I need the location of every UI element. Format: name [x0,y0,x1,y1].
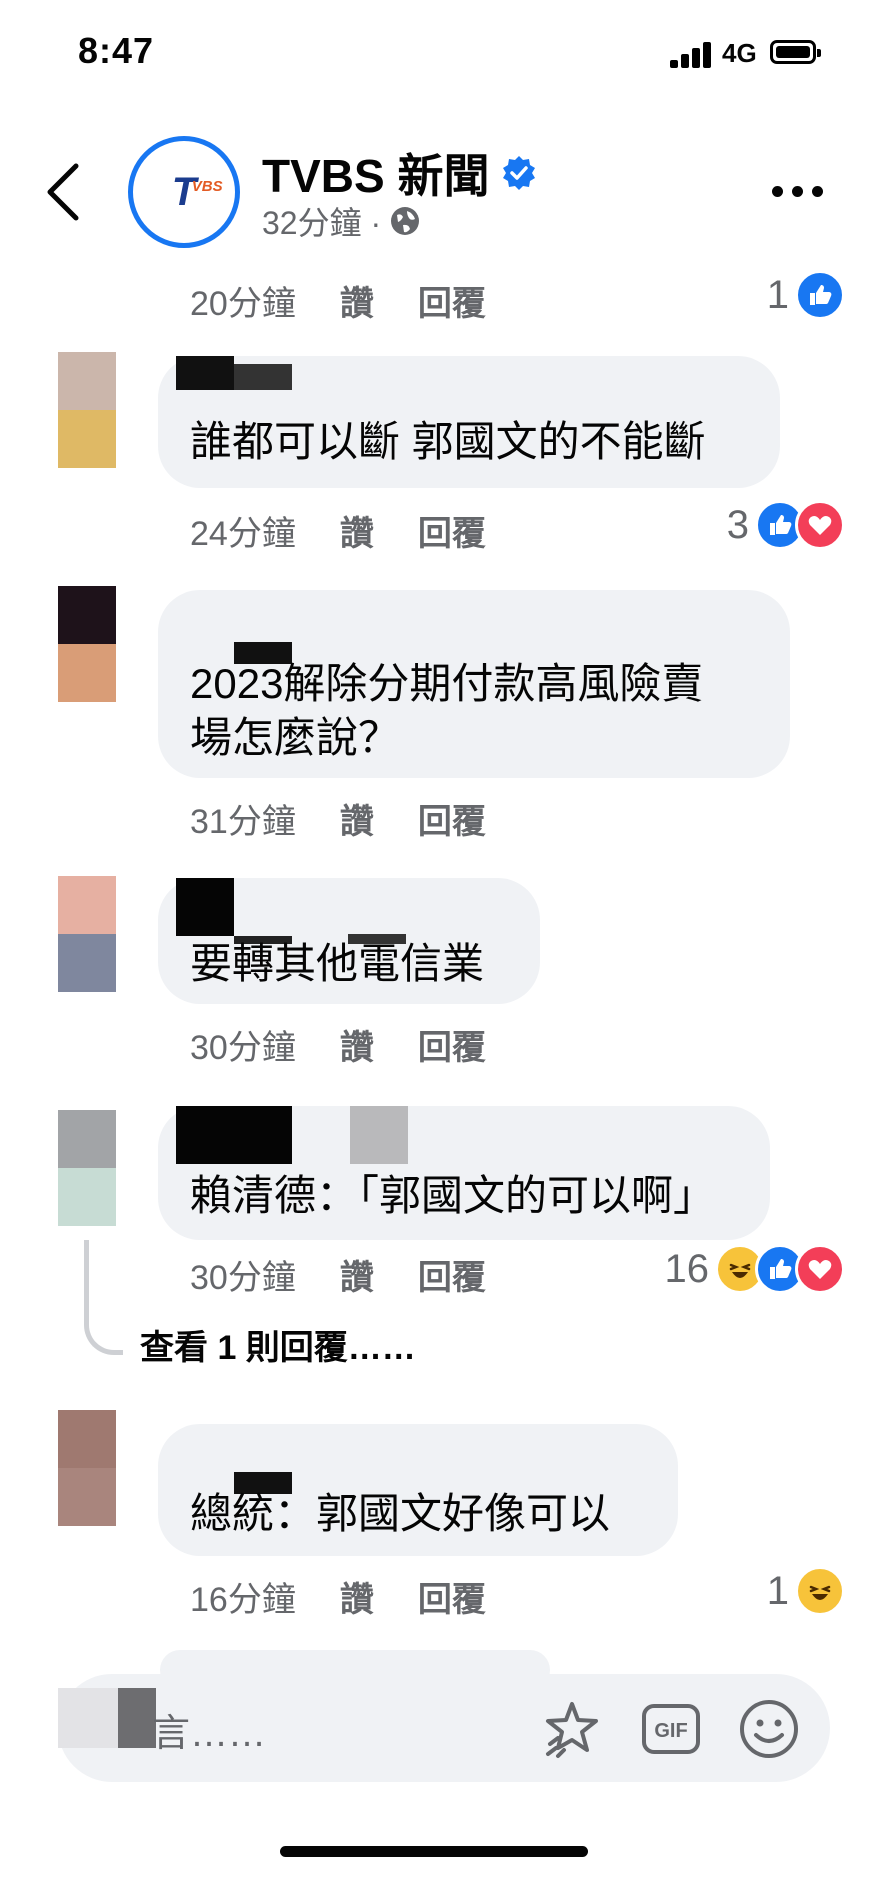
comment-actions: 20分鐘 讚 回覆 [190,276,486,325]
gif-icon[interactable]: GIF [640,1698,702,1760]
like-link[interactable]: 讚 [340,1572,374,1621]
comment-time: 24分鐘 [190,515,296,553]
composer-placeholder[interactable]: 言…… [152,1702,266,1757]
sticker-icon[interactable] [542,1698,604,1760]
reply-link[interactable]: 回覆 [418,794,486,843]
reaction-count: 1 [766,1568,789,1613]
like-reaction-icon [795,270,845,320]
reply-link[interactable]: 回覆 [418,1020,486,1069]
haha-reaction-icon [795,1566,845,1616]
love-reaction-icon [795,500,845,550]
comment-time: 31分鐘 [190,803,296,841]
verified-badge-icon [503,156,536,190]
reactions[interactable]: 1 [767,1566,845,1616]
home-indicator[interactable] [280,1846,588,1857]
comment-time: 16分鐘 [190,1581,296,1619]
reply-link[interactable]: 回覆 [418,276,486,325]
reply-link[interactable]: 回覆 [418,1572,486,1621]
commenter-avatar[interactable] [58,352,116,468]
comment-text: 賴清德：「郭國文的可以啊」 [190,1172,716,1219]
view-replies-link[interactable]: 查看 1 則回覆…… [140,1320,416,1369]
commenter-avatar[interactable] [58,1110,116,1226]
globe-icon [391,207,420,235]
comment-bubble: 賴清德：「郭國文的可以啊」 [158,1106,770,1240]
post-meta: 32分鐘 · [262,198,421,244]
reply-link[interactable]: 回覆 [418,1250,486,1299]
commenter-avatar[interactable] [58,876,116,992]
comment-time: 30分鐘 [190,1259,296,1297]
comment-time: 20分鐘 [190,285,296,323]
page-name: TVBS 新聞 [262,150,490,202]
commenter-avatar[interactable] [58,1410,116,1526]
reaction-count: 1 [766,272,789,317]
comment-bubble: 總統：郭國文好像可以 [158,1424,678,1556]
composer-avatar [58,1688,124,1748]
comment-text-line-2: 場怎麼說？ [190,714,401,761]
reply-thread-line [84,1240,123,1355]
comment-text: 總統：郭國文好像可以 [190,1490,611,1537]
more-options-icon[interactable] [772,186,823,197]
comment-actions: 30分鐘 讚 回覆 [190,1020,486,1069]
like-link[interactable]: 讚 [340,1020,374,1069]
like-link[interactable]: 讚 [340,794,374,843]
comment-text-line-1: 2023解除分期付款高風險賣 [190,660,704,707]
composer-avatar-redaction [118,1688,156,1748]
comment-actions: 31分鐘 讚 回覆 [190,794,486,843]
signal-icon [670,42,714,68]
comment-bubble: 2023解除分期付款高風險賣 場怎麼說？ [158,590,790,778]
network-label: 4G [722,38,757,68]
reaction-count: 16 [664,1246,710,1291]
comment-actions: 24分鐘 讚 回覆 [190,506,486,555]
reaction-count: 3 [726,502,749,547]
post-time: 32分鐘 · [262,205,382,241]
like-link[interactable]: 讚 [340,276,374,325]
back-arrow-icon[interactable] [44,162,84,222]
reactions[interactable]: 1 [767,270,845,320]
comment-text: 要轉其他電信業 [190,940,485,987]
svg-text:GIF: GIF [654,1720,687,1742]
battery-icon [770,40,821,64]
like-link[interactable]: 讚 [340,506,374,555]
reply-link[interactable]: 回覆 [418,506,486,555]
comment-text: 誰都可以斷 郭國文的不能斷 [190,418,706,465]
commenter-avatar[interactable] [58,586,116,702]
reactions[interactable]: 16 [664,1244,845,1294]
comment-time: 30分鐘 [190,1029,296,1067]
comment-actions: 16分鐘 讚 回覆 [190,1572,486,1621]
page-avatar[interactable]: T VBS [128,136,240,248]
page-title[interactable]: TVBS 新聞 [262,140,537,206]
status-time: 8:47 [78,30,155,71]
comment-bubble: 誰都可以斷 郭國文的不能斷 [158,356,780,488]
comment-actions: 30分鐘 讚 回覆 [190,1250,486,1299]
love-reaction-icon [795,1244,845,1294]
emoji-icon[interactable] [738,1698,800,1760]
tvbs-logo: T VBS [171,169,223,214]
comment-bubble: 要轉其他電信業 [158,878,540,1004]
reactions[interactable]: 3 [727,500,845,550]
like-link[interactable]: 讚 [340,1250,374,1299]
